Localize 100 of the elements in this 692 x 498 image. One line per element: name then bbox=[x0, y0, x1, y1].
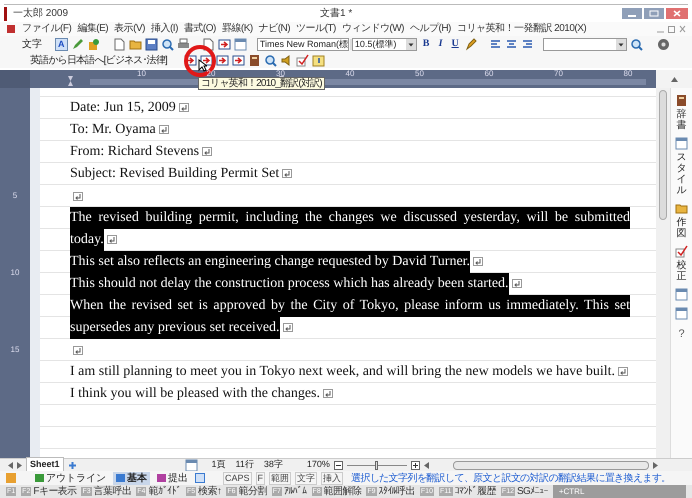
check-icon bbox=[675, 245, 688, 258]
menu-item[interactable]: 罫線(K) bbox=[222, 24, 253, 34]
format-button[interactable]: B bbox=[420, 39, 432, 49]
ruler-number: 5 bbox=[12, 190, 18, 202]
font-dropdown[interactable]: Times New Roman(標 bbox=[256, 38, 349, 50]
format-button[interactable]: I bbox=[434, 39, 446, 49]
help-icon[interactable] bbox=[312, 54, 325, 66]
sidebar-tab[interactable]: スタイル bbox=[675, 137, 688, 196]
menu-item[interactable]: ナビ(N) bbox=[258, 24, 290, 34]
book-icon[interactable] bbox=[248, 54, 261, 66]
status-indicator: 文字 bbox=[295, 472, 318, 484]
book-icon bbox=[675, 94, 688, 107]
tooltip: コリャ英和！2010_翻訳(対訳) bbox=[198, 76, 325, 90]
arrow-box-icon[interactable] bbox=[216, 54, 229, 66]
menu-item[interactable]: コリャ英和！一発翻訳 2010(X) bbox=[456, 24, 586, 34]
app-title: 一太郎 2009 bbox=[13, 6, 68, 21]
search-icon[interactable] bbox=[264, 54, 277, 66]
help-button[interactable]: ? bbox=[678, 326, 685, 342]
line-count: 11行 bbox=[236, 458, 254, 472]
maximize-icon[interactable] bbox=[644, 8, 664, 19]
arrow-box-icon[interactable] bbox=[200, 54, 213, 66]
status-indicator: 挿入 bbox=[321, 472, 344, 484]
paint-icon[interactable] bbox=[86, 38, 100, 50]
view-mode-tab[interactable]: 提出 bbox=[154, 472, 191, 484]
return-mark-icon bbox=[178, 103, 189, 112]
arrow-box-icon[interactable] bbox=[218, 38, 232, 50]
view-mode-tab[interactable]: 基本 bbox=[113, 472, 150, 484]
window-icon[interactable] bbox=[675, 307, 688, 320]
zoom-out-icon[interactable] bbox=[334, 460, 343, 470]
search-icon[interactable] bbox=[630, 38, 644, 50]
close-icon[interactable] bbox=[679, 25, 686, 33]
menu-item[interactable]: 書式(O) bbox=[184, 24, 216, 34]
menu-item[interactable]: 挿入(I) bbox=[150, 24, 178, 34]
folder-icon bbox=[675, 202, 688, 215]
menu-item[interactable]: ファイル(F) bbox=[22, 24, 72, 34]
status-message: 選択した文字列を翻訳して、原文と訳文の対訳の翻訳結果に置き換えます。 bbox=[351, 472, 671, 486]
ruler-number: 10 bbox=[10, 266, 20, 279]
save-icon[interactable] bbox=[145, 38, 158, 50]
document-title: 文書1 * bbox=[320, 6, 352, 21]
zoom-thumb[interactable] bbox=[375, 460, 378, 470]
text-line: From: Richard Stevens bbox=[70, 143, 200, 161]
sidebar-tab[interactable]: 作図 bbox=[675, 202, 688, 239]
return-mark-icon bbox=[323, 389, 333, 398]
restore-icon[interactable] bbox=[668, 25, 675, 33]
page-count: 1頁 bbox=[212, 458, 226, 472]
ruler-corner bbox=[0, 70, 30, 88]
char-count: 38字 bbox=[264, 458, 283, 472]
scroll-right-icon[interactable] bbox=[17, 462, 22, 468]
ruler-number: 30 bbox=[276, 70, 285, 78]
document-icon[interactable] bbox=[6, 24, 16, 34]
align-left-icon[interactable] bbox=[488, 38, 502, 50]
align-right-icon[interactable] bbox=[520, 38, 534, 50]
indent-marker-icon[interactable] bbox=[68, 76, 73, 86]
menu-item[interactable]: ウィンドウ(W) bbox=[342, 24, 404, 34]
status-indicator: CAPS bbox=[223, 472, 252, 484]
window-icon[interactable] bbox=[195, 473, 205, 483]
scroll-up-icon[interactable] bbox=[670, 76, 678, 82]
view-mode-tab[interactable]: アウトライン bbox=[32, 472, 109, 484]
circle-icon[interactable] bbox=[657, 38, 670, 50]
scroll-left-icon[interactable] bbox=[8, 462, 13, 468]
search-icon[interactable] bbox=[161, 38, 174, 50]
scrollbar-thumb[interactable] bbox=[452, 460, 649, 470]
menu-item[interactable]: ツール(T) bbox=[296, 24, 336, 34]
return-mark-icon bbox=[473, 257, 484, 266]
scroll-right-icon[interactable] bbox=[652, 462, 658, 468]
text-line: Subject: Revised Building Permit Set bbox=[70, 165, 280, 183]
ruler-number: 80 bbox=[624, 70, 632, 78]
scroll-left-icon[interactable] bbox=[424, 462, 429, 468]
printer-icon[interactable] bbox=[177, 38, 190, 50]
return-mark-icon bbox=[282, 323, 293, 332]
return-mark-icon bbox=[158, 125, 169, 134]
add-sheet-icon[interactable] bbox=[68, 460, 77, 470]
ruler-number: 50 bbox=[415, 70, 424, 78]
ruler-number: 70 bbox=[554, 70, 563, 78]
menu-item[interactable]: 編集(E) bbox=[77, 24, 108, 34]
sidebar-tab[interactable]: 辞書 bbox=[675, 94, 688, 131]
arrow-box-icon[interactable] bbox=[232, 54, 245, 66]
window-icon[interactable] bbox=[234, 38, 248, 50]
zoom-in-icon[interactable] bbox=[410, 460, 420, 470]
return-mark-icon bbox=[202, 147, 212, 156]
text-line: To: Mr. Oyama bbox=[70, 121, 156, 139]
sidebar-tab[interactable]: 校正 bbox=[675, 245, 688, 282]
text-style-button[interactable]: A bbox=[55, 38, 68, 50]
check-icon[interactable] bbox=[296, 54, 309, 66]
format-button[interactable]: U bbox=[449, 39, 461, 49]
zoom-dropdown[interactable]: 170% bbox=[306, 458, 330, 472]
ruler-number: 15 bbox=[10, 344, 20, 356]
return-mark-icon bbox=[106, 235, 117, 244]
mode-label: 文字 bbox=[22, 38, 42, 52]
window-icon[interactable] bbox=[184, 458, 198, 472]
scrollbar-thumb[interactable] bbox=[659, 90, 667, 220]
minimize-icon[interactable] bbox=[622, 8, 642, 19]
annotation-circle bbox=[182, 44, 217, 78]
menu-item[interactable]: ヘルプ(H) bbox=[410, 24, 451, 34]
close-icon[interactable] bbox=[666, 8, 688, 19]
align-center-icon[interactable] bbox=[504, 38, 518, 50]
menu-item[interactable]: 表示(V) bbox=[114, 24, 145, 34]
size-dropdown[interactable]: 10.5(標準) bbox=[352, 38, 418, 50]
ruler-number: 10 bbox=[137, 70, 146, 78]
window-icon[interactable] bbox=[675, 288, 688, 301]
